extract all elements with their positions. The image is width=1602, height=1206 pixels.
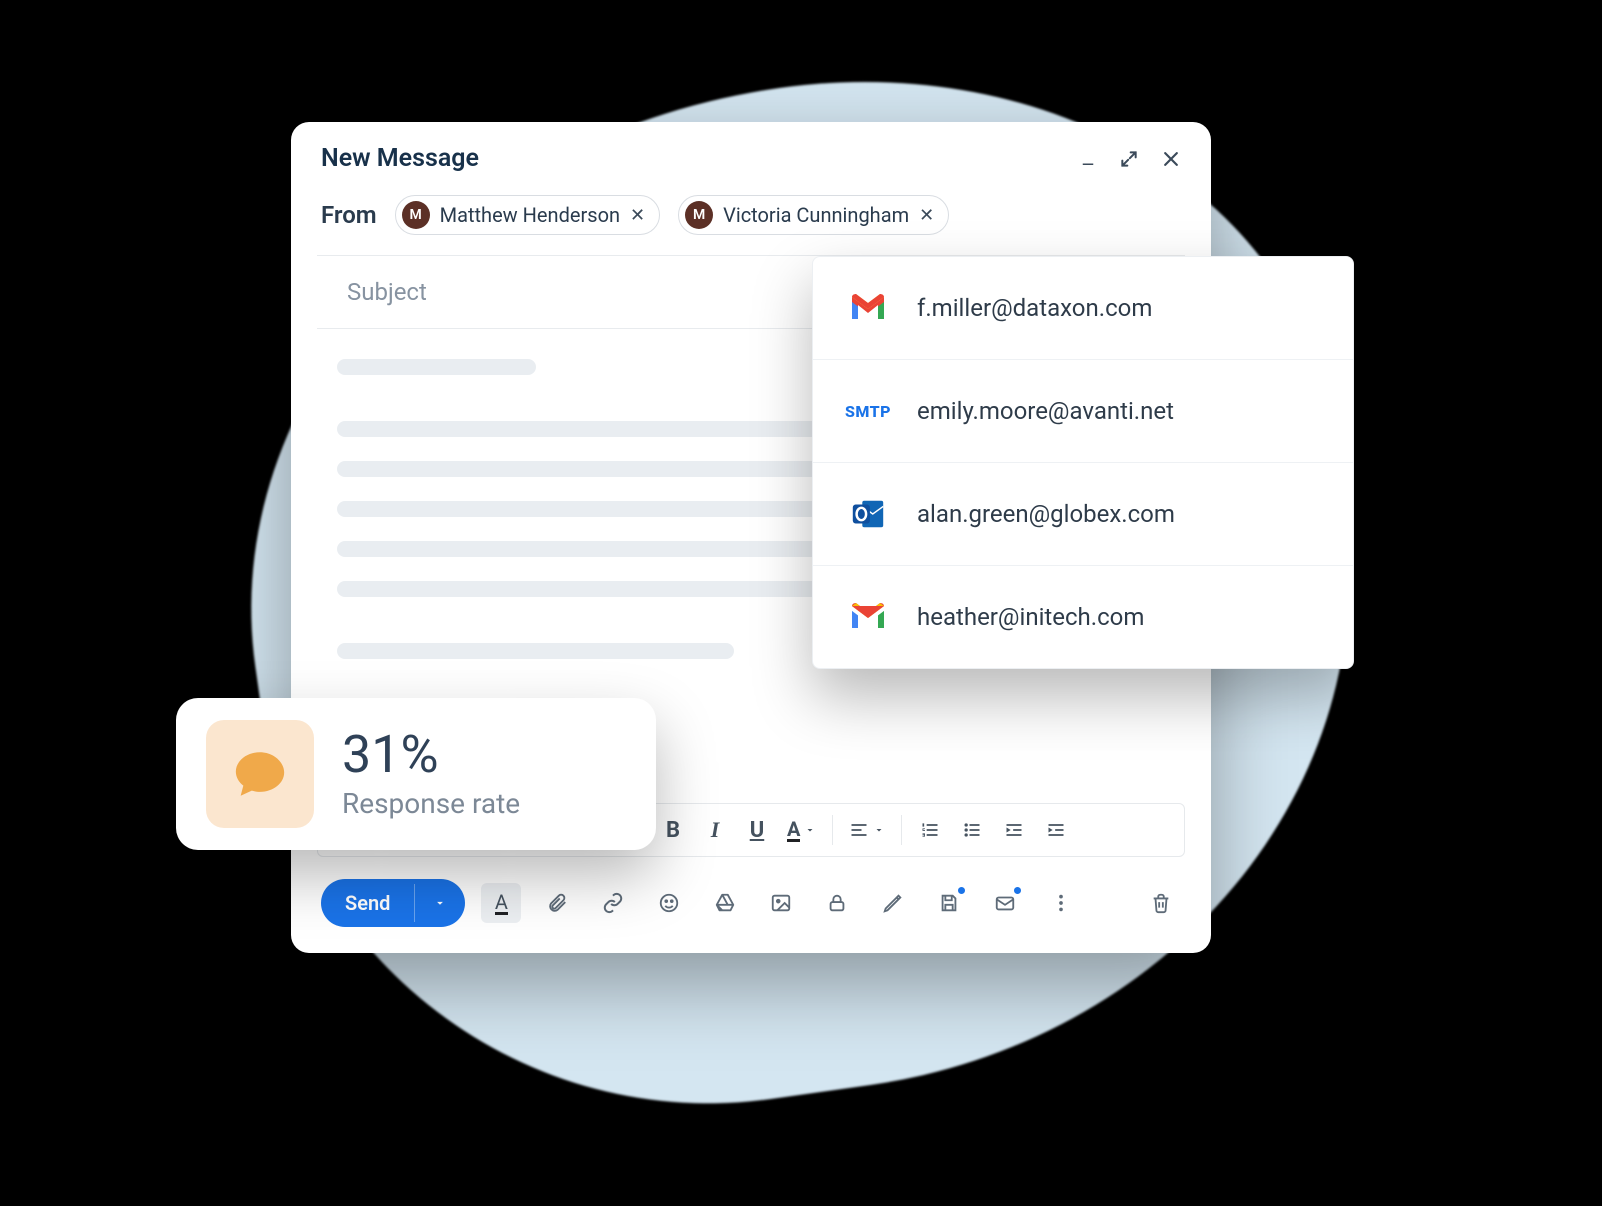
toolbar-divider — [832, 815, 833, 845]
response-rate-card: 31% Response rate — [176, 698, 656, 850]
drive-icon[interactable] — [705, 883, 745, 923]
emoji-icon[interactable] — [649, 883, 689, 923]
chip-name: Victoria Cunningham — [723, 203, 909, 227]
schedule-send-icon[interactable] — [985, 883, 1025, 923]
account-option[interactable]: alan.green@globex.com — [813, 463, 1353, 566]
gmail-icon — [847, 596, 889, 638]
account-option[interactable]: heather@initech.com — [813, 566, 1353, 668]
text-format-icon[interactable]: A — [481, 883, 521, 923]
link-icon[interactable] — [593, 883, 633, 923]
recipient-chip[interactable]: M Matthew Henderson ✕ — [395, 195, 660, 235]
outlook-icon — [847, 493, 889, 535]
notification-dot — [1014, 887, 1021, 894]
placeholder-line — [337, 643, 734, 659]
trash-icon[interactable] — [1141, 883, 1181, 923]
account-option[interactable]: SMTP emily.moore@avanti.net — [813, 360, 1353, 463]
response-rate-value: 31% — [342, 729, 520, 781]
text-color-select[interactable]: A — [781, 812, 822, 848]
account-email: f.miller@dataxon.com — [917, 294, 1152, 322]
numbered-list-icon[interactable] — [912, 812, 948, 848]
bulleted-list-icon[interactable] — [954, 812, 990, 848]
send-dropdown[interactable] — [414, 884, 465, 922]
account-email: alan.green@globex.com — [917, 500, 1175, 528]
save-template-icon[interactable] — [929, 883, 969, 923]
toolbar-divider — [901, 815, 902, 845]
smtp-icon: SMTP — [847, 390, 889, 432]
recipient-chip[interactable]: M Victoria Cunningham ✕ — [678, 195, 949, 235]
image-icon[interactable] — [761, 883, 801, 923]
window-controls — [1079, 149, 1181, 169]
smtp-badge: SMTP — [845, 402, 891, 421]
account-dropdown: f.miller@dataxon.com SMTP emily.moore@av… — [812, 256, 1354, 669]
signature-icon[interactable] — [873, 883, 913, 923]
subject-placeholder: Subject — [347, 278, 427, 306]
placeholder-line — [337, 461, 834, 477]
gmail-icon — [847, 287, 889, 329]
chat-icon — [206, 720, 314, 828]
bold-icon[interactable]: B — [655, 812, 691, 848]
from-label: From — [321, 201, 377, 229]
indent-more-icon[interactable] — [1038, 812, 1074, 848]
more-options-icon[interactable] — [1041, 883, 1081, 923]
underline-icon[interactable]: U — [739, 812, 775, 848]
minimize-icon[interactable] — [1079, 150, 1097, 168]
compose-actions: Send A — [291, 857, 1211, 953]
send-main[interactable]: Send — [321, 879, 414, 927]
indent-less-icon[interactable] — [996, 812, 1032, 848]
chip-remove-icon[interactable]: ✕ — [630, 205, 645, 226]
close-icon[interactable] — [1161, 149, 1181, 169]
placeholder-line — [337, 421, 834, 437]
avatar: M — [685, 201, 713, 229]
italic-icon[interactable]: I — [697, 812, 733, 848]
placeholder-line — [337, 359, 536, 375]
chip-name: Matthew Henderson — [440, 203, 620, 227]
chip-remove-icon[interactable]: ✕ — [919, 205, 934, 226]
notification-dot — [958, 887, 965, 894]
from-row: From M Matthew Henderson ✕ M Victoria Cu… — [291, 185, 1211, 255]
expand-icon[interactable] — [1119, 149, 1139, 169]
account-email: heather@initech.com — [917, 603, 1144, 631]
window-title: New Message — [321, 144, 479, 173]
title-bar: New Message — [291, 122, 1211, 185]
response-rate-label: Response rate — [342, 787, 520, 820]
attachment-icon[interactable] — [537, 883, 577, 923]
confidential-icon[interactable] — [817, 883, 857, 923]
send-button: Send — [321, 879, 465, 927]
placeholder-line — [337, 501, 834, 517]
account-email: emily.moore@avanti.net — [917, 397, 1174, 425]
account-option[interactable]: f.miller@dataxon.com — [813, 257, 1353, 360]
placeholder-line — [337, 541, 834, 557]
avatar: M — [402, 201, 430, 229]
response-rate-text: 31% Response rate — [342, 729, 520, 820]
align-select[interactable] — [843, 812, 891, 848]
placeholder-line — [337, 581, 834, 597]
